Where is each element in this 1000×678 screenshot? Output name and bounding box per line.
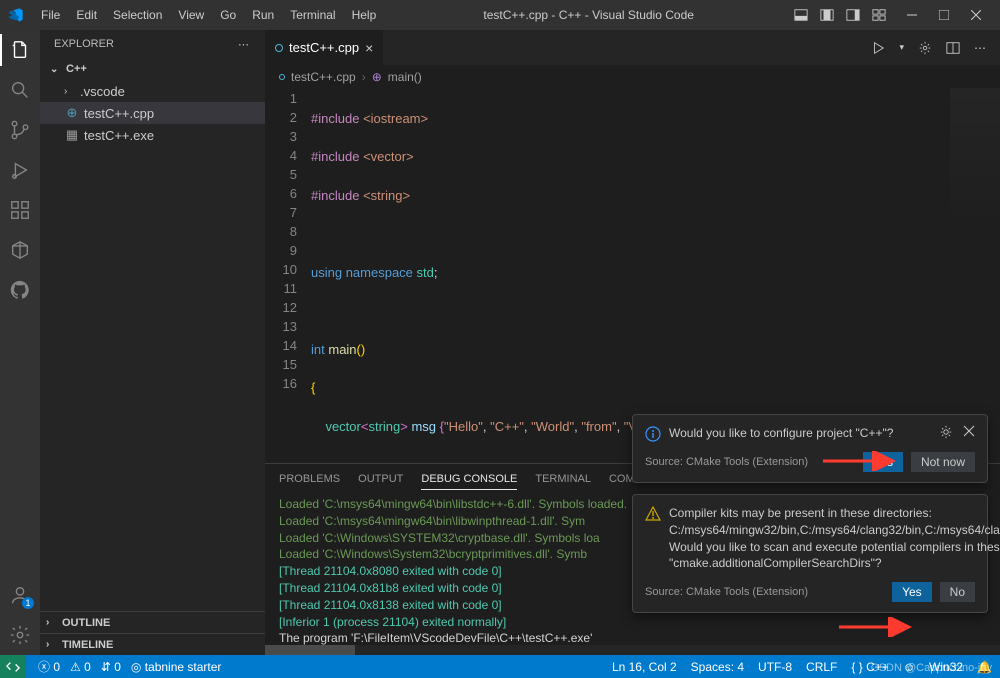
code-editor[interactable]: 12345678910111213141516 #include <iostre… — [265, 89, 1000, 463]
activity-github[interactable] — [8, 278, 32, 302]
warning-icon — [645, 506, 661, 522]
editor-settings-icon[interactable] — [918, 41, 932, 55]
split-editor-icon[interactable] — [946, 41, 960, 55]
panel-tab-debug-console[interactable]: DEBUG CONSOLE — [421, 469, 517, 490]
info-icon — [645, 426, 661, 442]
tab-close-icon[interactable]: × — [365, 40, 373, 56]
menu-help[interactable]: Help — [345, 4, 384, 26]
line-gutter: 12345678910111213141516 — [265, 89, 311, 463]
remote-indicator[interactable] — [0, 655, 26, 678]
main-menu: File Edit Selection View Go Run Terminal… — [34, 4, 383, 26]
sidebar-more-icon[interactable]: ⋯ — [238, 38, 251, 51]
editor-more-icon[interactable]: ⋯ — [974, 41, 988, 55]
notification-source: Source: CMake Tools (Extension) — [645, 456, 808, 468]
run-dropdown-icon[interactable]: ▾ — [899, 42, 904, 53]
breadcrumb[interactable]: testC++.cpp › ⊕ main() — [265, 65, 1000, 89]
menu-go[interactable]: Go — [213, 4, 243, 26]
notification-message: Compiler kits may be present in these di… — [669, 505, 1000, 572]
menu-file[interactable]: File — [34, 4, 67, 26]
notification-configure-project: Would you like to configure project "C++… — [632, 414, 988, 483]
layout-panel-icon[interactable] — [794, 8, 808, 22]
panel-scrollbar[interactable] — [265, 645, 1000, 655]
yes-button[interactable]: Yes — [863, 452, 903, 472]
layout-sidebar-icon[interactable] — [846, 8, 860, 22]
activity-account[interactable]: 1 — [8, 583, 32, 607]
status-encoding[interactable]: UTF-8 — [758, 660, 792, 674]
window-title: testC++.cpp - C++ - Visual Studio Code — [383, 8, 794, 22]
menu-run[interactable]: Run — [245, 4, 281, 26]
status-eol[interactable]: CRLF — [806, 660, 837, 674]
activity-explorer[interactable] — [8, 38, 32, 62]
tab-testcpp[interactable]: testC++.cpp × — [265, 30, 384, 65]
no-button[interactable]: No — [940, 582, 975, 602]
editor-tabs: testC++.cpp × ▾ ⋯ — [265, 30, 1000, 65]
status-spaces[interactable]: Spaces: 4 — [691, 660, 744, 674]
menu-selection[interactable]: Selection — [106, 4, 169, 26]
notification-message: Would you like to configure project "C++… — [669, 425, 923, 442]
status-warnings[interactable]: ⚠ 0 — [70, 660, 91, 674]
watermark: CSDN @Cappuccino-jay — [871, 662, 992, 674]
chevron-right-icon: › — [64, 86, 76, 97]
activity-search[interactable] — [8, 78, 32, 102]
tree-folder-vscode[interactable]: ›.vscode — [40, 80, 265, 102]
window-close[interactable] — [960, 0, 992, 30]
tree-file-exe[interactable]: ▦testC++.exe — [40, 124, 265, 146]
menu-view[interactable]: View — [171, 4, 211, 26]
sidebar-title: EXPLORER — [54, 38, 114, 50]
sidebar-explorer: EXPLORER ⋯ ⌄C++ ›.vscode ⊕testC++.cpp ▦t… — [40, 30, 265, 655]
tree-root[interactable]: ⌄C++ — [40, 58, 265, 80]
code-lines[interactable]: #include <iostream> #include <vector> #i… — [311, 89, 1000, 463]
not-now-button[interactable]: Not now — [911, 452, 975, 472]
cpp-tab-icon — [275, 44, 283, 52]
activity-source-control[interactable] — [8, 118, 32, 142]
status-errors[interactable]: ⓧ 0 — [38, 658, 60, 675]
chevron-right-icon: › — [46, 639, 58, 650]
panel-tab-terminal[interactable]: TERMINAL — [535, 469, 591, 489]
status-tabnine[interactable]: ◎ tabnine starter — [131, 660, 222, 674]
notification-compiler-kits: Compiler kits may be present in these di… — [632, 494, 988, 613]
outline-section[interactable]: ›OUTLINE — [40, 611, 265, 633]
activity-settings[interactable] — [8, 623, 32, 647]
status-cursor[interactable]: Ln 16, Col 2 — [612, 660, 677, 674]
file-tree: ⌄C++ ›.vscode ⊕testC++.cpp ▦testC++.exe — [40, 58, 265, 611]
cpp-file-icon: ⊕ — [64, 105, 80, 121]
menu-terminal[interactable]: Terminal — [283, 4, 342, 26]
window-maximize[interactable] — [928, 0, 960, 30]
activity-docker[interactable] — [8, 238, 32, 262]
vscode-logo-icon — [8, 7, 24, 23]
activity-extensions[interactable] — [8, 198, 32, 222]
title-bar: File Edit Selection View Go Run Terminal… — [0, 0, 1000, 30]
gear-icon[interactable] — [939, 425, 953, 439]
timeline-section[interactable]: ›TIMELINE — [40, 633, 265, 655]
activity-bar: 1 — [0, 30, 40, 655]
activity-run-debug[interactable] — [8, 158, 32, 182]
chevron-right-icon: › — [46, 617, 58, 628]
account-badge: 1 — [22, 597, 34, 609]
minimap[interactable] — [950, 88, 1000, 228]
panel-tab-problems[interactable]: PROBLEMS — [279, 469, 340, 489]
exe-file-icon: ▦ — [64, 127, 80, 143]
cpp-file-icon — [279, 74, 285, 80]
chevron-down-icon: ⌄ — [50, 64, 62, 75]
status-ports[interactable]: ⇵ 0 — [101, 660, 121, 674]
status-bar: ⓧ 0 ⚠ 0 ⇵ 0 ◎ tabnine starter Ln 16, Col… — [0, 655, 1000, 678]
window-minimize[interactable] — [896, 0, 928, 30]
panel-tab-output[interactable]: OUTPUT — [358, 469, 403, 489]
layout-centered-icon[interactable] — [820, 8, 834, 22]
menu-edit[interactable]: Edit — [69, 4, 104, 26]
tree-file-testcpp[interactable]: ⊕testC++.cpp — [40, 102, 265, 124]
close-icon[interactable] — [963, 425, 975, 437]
yes-button[interactable]: Yes — [892, 582, 932, 602]
run-code-icon[interactable] — [871, 41, 885, 55]
function-icon: ⊕ — [372, 70, 382, 84]
layout-grid-icon[interactable] — [872, 8, 886, 22]
notification-source: Source: CMake Tools (Extension) — [645, 586, 808, 598]
